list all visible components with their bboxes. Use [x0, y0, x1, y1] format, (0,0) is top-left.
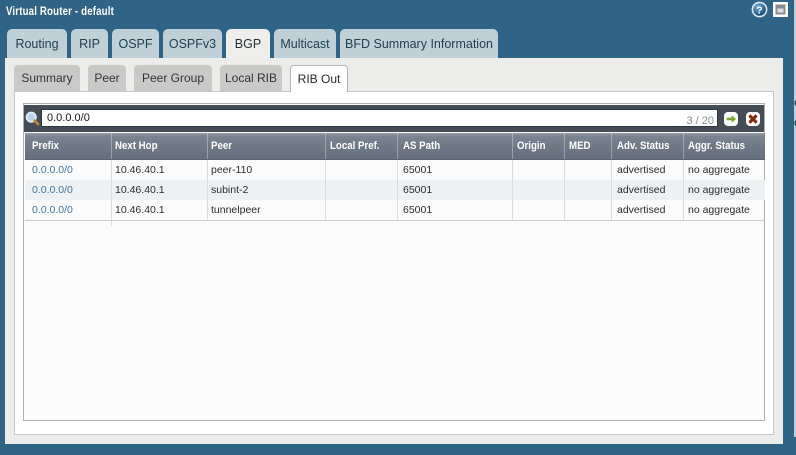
svg-text:?: ?	[756, 4, 762, 16]
